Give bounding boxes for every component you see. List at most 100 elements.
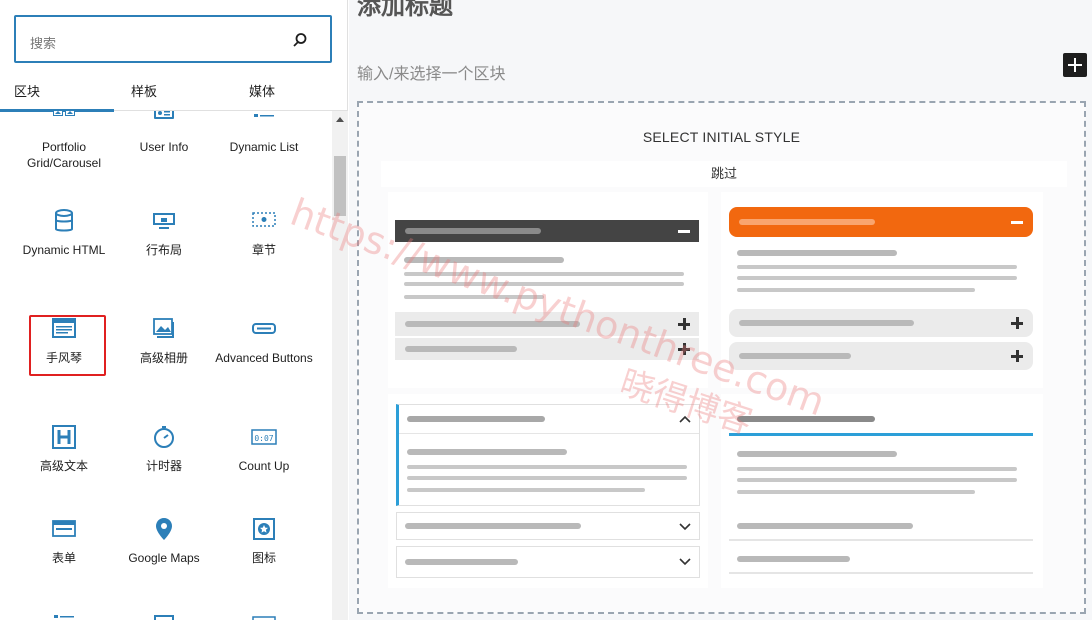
- timer-icon: [154, 426, 174, 448]
- block-item-advanced-text[interactable]: 高级文本: [14, 424, 114, 474]
- plus-icon: [678, 318, 690, 330]
- search-placeholder: 搜索: [30, 36, 57, 51]
- section-icon: [252, 212, 276, 227]
- block-item-section[interactable]: 章节: [214, 208, 314, 258]
- placeholder-line: [407, 449, 567, 455]
- block-grid: Portfolio Grid/Carousel User Info Dynami…: [0, 111, 332, 620]
- placeholder-line: [407, 465, 687, 469]
- placeholder-line: [737, 276, 1017, 280]
- placeholder-line: [739, 219, 875, 225]
- divider: [729, 539, 1033, 541]
- block-item-google-maps[interactable]: Google Maps: [114, 516, 214, 566]
- style-option-orange[interactable]: [721, 192, 1043, 388]
- block-item-portfolio[interactable]: Portfolio Grid/Carousel: [14, 111, 114, 171]
- block-label: 图标: [251, 551, 276, 565]
- search-input[interactable]: 搜索: [14, 15, 332, 63]
- block-label: 章节: [251, 243, 276, 257]
- editor-canvas: 添加标题 输入/来选择一个区块 SELECT INITIAL STYLE 跳过: [349, 0, 1092, 620]
- chevron-down-icon: [679, 523, 691, 531]
- list-icon: [54, 615, 74, 618]
- tab-patterns[interactable]: 样板: [114, 74, 174, 111]
- placeholder-line: [404, 257, 564, 263]
- block-inserter-panel: 搜索 区块 样板 媒体 Portfolio Grid/Carousel User…: [0, 0, 348, 620]
- row-layout-icon: [153, 213, 175, 229]
- placeholder-line: [407, 488, 645, 492]
- skip-button[interactable]: 跳过: [381, 161, 1067, 187]
- style-option-bordered[interactable]: [388, 394, 708, 588]
- tab-blocks[interactable]: 区块: [0, 74, 114, 112]
- placeholder-line: [407, 416, 545, 422]
- map-pin-icon: [156, 518, 172, 540]
- placeholder-line: [404, 272, 684, 276]
- block-prompt[interactable]: 输入/来选择一个区块: [357, 60, 505, 84]
- block-item-user-info[interactable]: User Info: [114, 111, 214, 155]
- block-item-advanced-buttons[interactable]: Advanced Buttons: [214, 316, 314, 366]
- accordion-header: [729, 207, 1033, 237]
- placeholder-line: [404, 295, 544, 299]
- block-label: Portfolio Grid/Carousel: [26, 140, 102, 170]
- placeholder-line: [737, 250, 897, 256]
- block-item-count-up[interactable]: 0:07 Count Up: [214, 424, 314, 474]
- block-label: Count Up: [238, 459, 290, 473]
- placeholder-line: [405, 559, 518, 565]
- list-icon: [254, 114, 274, 117]
- accordion-item: [729, 342, 1033, 370]
- image-gallery-icon: [153, 318, 174, 338]
- block-item-row-layout[interactable]: 行布局: [114, 208, 214, 258]
- post-title[interactable]: 添加标题: [357, 0, 453, 21]
- scrollbar[interactable]: [332, 111, 348, 620]
- search-icon[interactable]: [292, 32, 308, 48]
- placeholder-line: [737, 451, 897, 457]
- placeholder-line: [405, 346, 517, 352]
- highlight-box: [29, 315, 106, 376]
- placeholder-line: [405, 228, 541, 234]
- placeholder-line: [405, 321, 580, 327]
- block-item-timer[interactable]: 计时器: [114, 424, 214, 474]
- placeholder-line: [737, 288, 975, 292]
- block-item-dynamic-html[interactable]: Dynamic HTML: [14, 208, 114, 258]
- accordion-item: [396, 512, 700, 540]
- divider: [399, 433, 699, 434]
- plus-icon: [1011, 350, 1023, 362]
- block-label: 行布局: [145, 243, 182, 257]
- heading-icon: [52, 425, 76, 449]
- placeholder-line: [737, 490, 975, 494]
- button-icon: [252, 323, 276, 334]
- scrollbar-thumb[interactable]: [334, 156, 346, 216]
- tab-label: 区块: [14, 84, 41, 99]
- placeholder-line: [739, 353, 851, 359]
- inserter-tabs: 区块 样板 媒体: [0, 74, 348, 112]
- minus-icon: [1011, 221, 1023, 224]
- gallery-icon: [53, 111, 75, 116]
- style-option-dark[interactable]: [388, 192, 708, 388]
- accordion-item: [395, 312, 699, 336]
- block-label: Dynamic List: [229, 140, 299, 154]
- block-label: Advanced Buttons: [215, 351, 313, 365]
- placeholder-line: [737, 265, 1017, 269]
- accordion-style-picker: SELECT INITIAL STYLE 跳过: [357, 101, 1086, 614]
- counter-icon: 0:07: [251, 429, 277, 445]
- plus-icon: [1011, 317, 1023, 329]
- icon-block-icon: [253, 518, 275, 540]
- app-root: 搜索 区块 样板 媒体 Portfolio Grid/Carousel User…: [0, 0, 1092, 620]
- svg-text:0:07: 0:07: [254, 434, 273, 443]
- add-block-button[interactable]: [1063, 53, 1087, 77]
- block-item-icon[interactable]: 图标: [214, 516, 314, 566]
- placeholder-line: [737, 523, 913, 529]
- block-label: Dynamic HTML: [22, 243, 106, 257]
- placeholder-line: [737, 467, 1017, 471]
- block-item-dynamic-list[interactable]: Dynamic List: [214, 111, 314, 155]
- active-underline: [729, 433, 1033, 436]
- block-label: User Info: [139, 140, 189, 154]
- block-item-form[interactable]: 表单: [14, 516, 114, 566]
- placeholder-line: [737, 416, 875, 422]
- chevron-down-icon: [679, 558, 691, 566]
- accordion-item: [395, 338, 699, 360]
- style-option-underline[interactable]: [721, 394, 1043, 588]
- tab-media[interactable]: 媒体: [232, 74, 292, 111]
- user-info-icon: [154, 111, 174, 119]
- accordion-item: [729, 309, 1033, 337]
- accordion-header: [395, 220, 699, 242]
- block-item-advanced-gallery[interactable]: 高级相册: [114, 316, 214, 366]
- scroll-up-arrow-icon[interactable]: [336, 117, 344, 122]
